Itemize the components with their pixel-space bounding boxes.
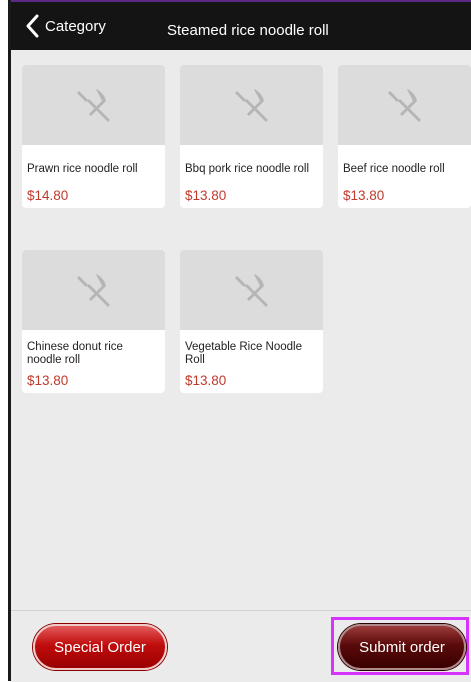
menu-grid: Prawn rice noodle roll $14.80 Bbq pork r…	[11, 50, 471, 610]
chevron-left-icon	[26, 14, 39, 38]
fork-knife-icon	[76, 274, 110, 307]
footer-bar: Special Order Submit order	[11, 610, 471, 682]
item-price: $13.80	[185, 373, 227, 388]
item-price: $13.80	[343, 188, 385, 203]
menu-item-card[interactable]: Vegetable Rice Noodle Roll $13.80	[180, 250, 323, 393]
item-price: $13.80	[185, 188, 227, 203]
window-left-margin	[0, 0, 8, 681]
back-button-label: Category	[45, 17, 106, 35]
item-image-placeholder	[180, 65, 323, 145]
app-screen: Category Steamed rice noodle roll Prawn …	[0, 0, 471, 682]
fork-knife-icon	[76, 89, 110, 122]
item-image-placeholder	[22, 250, 165, 330]
fork-knife-icon	[387, 89, 421, 122]
menu-item-card[interactable]: Bbq pork rice noodle roll $13.80	[180, 65, 323, 208]
menu-item-card[interactable]: Chinese donut rice noodle roll $13.80	[22, 250, 165, 393]
item-name: Beef rice noodle roll	[343, 162, 445, 175]
back-button[interactable]: Category	[25, 12, 106, 40]
special-order-button[interactable]: Special Order	[33, 624, 167, 670]
item-image-placeholder	[22, 65, 165, 145]
menu-item-card[interactable]: Prawn rice noodle roll $14.80	[22, 65, 165, 208]
submit-order-button[interactable]: Submit order	[338, 624, 466, 670]
page-title: Steamed rice noodle roll	[167, 22, 329, 39]
fork-knife-icon	[234, 274, 268, 307]
fork-knife-icon	[234, 89, 268, 122]
item-image-placeholder	[338, 65, 471, 145]
item-image-placeholder	[180, 250, 323, 330]
menu-item-card[interactable]: Beef rice noodle roll $13.80	[338, 65, 471, 208]
item-name: Prawn rice noodle roll	[27, 162, 138, 175]
nav-bar: Category Steamed rice noodle roll	[11, 2, 471, 50]
item-name: Vegetable Rice Noodle Roll	[185, 341, 302, 366]
item-name: Chinese donut rice noodle roll	[27, 341, 123, 366]
item-name: Bbq pork rice noodle roll	[185, 162, 310, 175]
item-price: $13.80	[27, 373, 69, 388]
item-price: $14.80	[27, 188, 69, 203]
